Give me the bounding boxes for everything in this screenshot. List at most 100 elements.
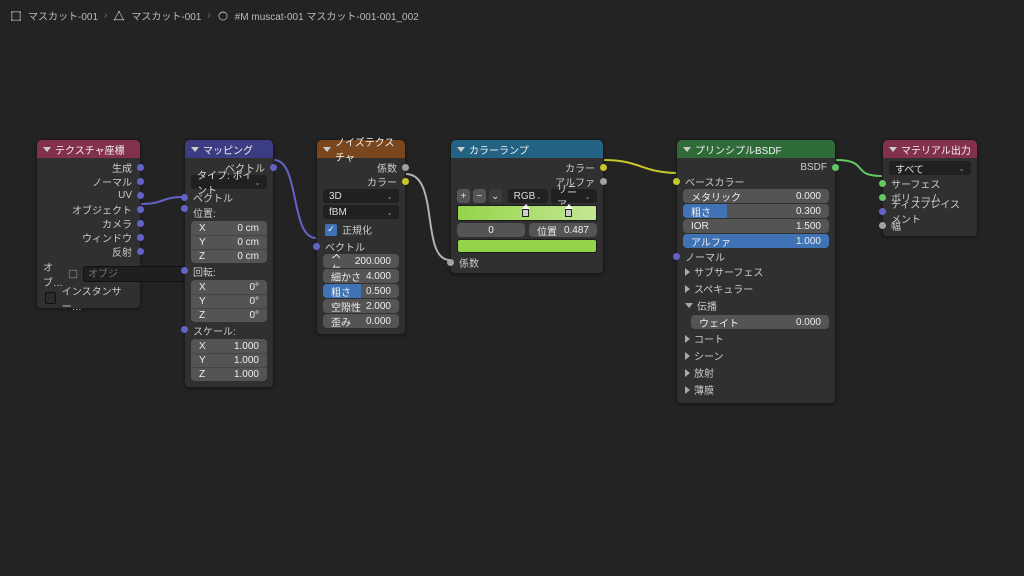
scale-y[interactable]: Y1.000 <box>191 353 267 367</box>
socket-in[interactable] <box>181 194 188 201</box>
panel-thinfilm[interactable]: 薄膜 <box>677 381 835 401</box>
instancer-checkbox[interactable] <box>45 292 56 304</box>
rotation-x[interactable]: X0° <box>191 280 267 294</box>
socket-out[interactable] <box>137 234 144 241</box>
collapse-icon[interactable] <box>191 147 199 152</box>
color-mode-dropdown[interactable]: RGB⌄ <box>508 189 548 203</box>
scale-x[interactable]: X1.000 <box>191 339 267 353</box>
breadcrumb-item[interactable]: マスカット-001 <box>131 8 201 23</box>
chevron-right-icon <box>685 285 690 293</box>
chevron-down-icon: ⌄ <box>386 208 393 217</box>
socket-in[interactable] <box>673 253 680 260</box>
surface-label: サーフェス <box>891 176 969 191</box>
ramp-menu-button[interactable]: ⌄ <box>489 189 502 203</box>
ramp-stop[interactable] <box>521 204 530 222</box>
scale-label: スケール: <box>193 327 236 338</box>
breadcrumb-item[interactable]: マスカット-001 <box>28 8 98 23</box>
node-texture-coordinate[interactable]: テクスチャ座標 生成 ノーマル UV オブジェクト カメラ ウィンドウ 反射 オ… <box>36 139 141 309</box>
output-socket-label: オブジェクト <box>45 202 132 217</box>
panel-transmission[interactable]: 伝播 <box>677 297 835 314</box>
distortion-slider[interactable]: 歪み0.000 <box>323 314 399 328</box>
socket-in[interactable] <box>181 205 188 212</box>
node-material-output[interactable]: マテリアル出力 すべて⌄ サーフェス ボリューム ディスプレイスメント 幅 <box>882 139 978 237</box>
collapse-icon[interactable] <box>889 147 897 152</box>
stop-position[interactable]: 位置0.487 <box>529 223 597 237</box>
location-x[interactable]: X0 cm <box>191 221 267 235</box>
socket-in[interactable] <box>879 194 886 201</box>
node-noise-texture[interactable]: ノイズテクスチャ 係数 カラー 3D⌄ fBM⌄ ✓ 正規化 ベクトル スケ…2… <box>316 139 406 335</box>
node-title: マッピング <box>203 142 253 157</box>
socket-in[interactable] <box>879 208 886 215</box>
rotation-y[interactable]: Y0° <box>191 294 267 308</box>
target-dropdown[interactable]: すべて⌄ <box>889 161 971 175</box>
socket-in[interactable] <box>879 180 886 187</box>
socket-in[interactable] <box>879 222 886 229</box>
mapping-type-dropdown[interactable]: タイプ: ポイント ⌄ <box>191 175 267 189</box>
noise-type-dropdown[interactable]: fBM⌄ <box>323 205 399 219</box>
panel-coat[interactable]: コート <box>677 330 835 347</box>
detail-slider[interactable]: 細かさ4.000 <box>323 269 399 283</box>
socket-in[interactable] <box>181 267 188 274</box>
socket-out[interactable] <box>137 164 144 171</box>
scale-z[interactable]: Z1.000 <box>191 367 267 381</box>
socket-out[interactable] <box>270 164 277 171</box>
roughness-slider[interactable]: 粗さ0.500 <box>323 284 399 298</box>
collapse-icon[interactable] <box>43 147 51 152</box>
collapse-icon[interactable] <box>323 147 331 152</box>
alpha-slider[interactable]: アルファ1.000 <box>683 234 829 248</box>
socket-in[interactable] <box>447 259 454 266</box>
socket-out[interactable] <box>137 178 144 185</box>
node-title: マテリアル出力 <box>901 142 971 157</box>
breadcrumb-item[interactable]: #M muscat-001 マスカット-001-001_002 <box>235 8 419 23</box>
location-y[interactable]: Y0 cm <box>191 235 267 249</box>
stop-index[interactable]: 0 <box>457 223 525 237</box>
panel-subsurface[interactable]: サブサーフェス <box>677 263 835 280</box>
location-z[interactable]: Z0 cm <box>191 249 267 263</box>
collapse-icon[interactable] <box>683 147 691 152</box>
output-color-label: カラー <box>325 174 397 189</box>
roughness-slider[interactable]: 粗さ0.300 <box>683 204 829 218</box>
socket-out[interactable] <box>600 164 607 171</box>
socket-out[interactable] <box>402 164 409 171</box>
add-stop-button[interactable]: + <box>457 189 470 203</box>
interp-dropdown[interactable]: リニア⌄ <box>551 189 597 203</box>
rotation-z[interactable]: Z0° <box>191 308 267 322</box>
panel-sheen[interactable]: シーン <box>677 347 835 364</box>
normalize-checkbox[interactable]: ✓ <box>325 224 337 236</box>
output-socket-label: 反射 <box>45 244 132 259</box>
transmission-weight-slider[interactable]: ウェイト0.000 <box>691 315 829 329</box>
node-title: カラーランプ <box>469 142 529 157</box>
node-color-ramp[interactable]: カラーランプ カラー アルファ + − ⌄ RGB⌄ リニア⌄ 0 位置0.48… <box>450 139 604 274</box>
breadcrumb[interactable]: マスカット-001 › マスカット-001 › #M muscat-001 マス… <box>10 8 419 23</box>
socket-in[interactable] <box>181 326 188 333</box>
socket-out[interactable] <box>832 164 839 171</box>
socket-out[interactable] <box>600 178 607 185</box>
remove-stop-button[interactable]: − <box>473 189 486 203</box>
node-mapping[interactable]: マッピング ベクトル タイプ: ポイント ⌄ ベクトル 位置: X0 cm Y0… <box>184 139 274 388</box>
panel-specular[interactable]: スペキュラー <box>677 280 835 297</box>
mesh-icon <box>10 10 22 22</box>
metallic-slider[interactable]: メタリック0.000 <box>683 189 829 203</box>
socket-out[interactable] <box>137 248 144 255</box>
socket-out[interactable] <box>137 220 144 227</box>
socket-out[interactable] <box>137 206 144 213</box>
chevron-down-icon <box>685 303 693 308</box>
output-socket-label: カメラ <box>45 216 132 231</box>
socket-out[interactable] <box>402 178 409 185</box>
panel-emission[interactable]: 放射 <box>677 364 835 381</box>
ior-slider[interactable]: IOR1.500 <box>683 219 829 233</box>
scale-slider[interactable]: スケ…200.000 <box>323 254 399 268</box>
socket-in[interactable] <box>673 178 680 185</box>
socket-in[interactable] <box>313 243 320 250</box>
color-ramp-gradient[interactable] <box>457 205 597 221</box>
lacunarity-slider[interactable]: 空隙性2.000 <box>323 299 399 313</box>
stop-color-swatch[interactable] <box>457 239 597 253</box>
socket-out[interactable] <box>137 192 144 199</box>
mesh-icon <box>67 268 79 280</box>
ramp-stop[interactable] <box>564 204 573 222</box>
collapse-icon[interactable] <box>457 147 465 152</box>
dimensions-dropdown[interactable]: 3D⌄ <box>323 189 399 203</box>
chevron-right-icon <box>685 335 690 343</box>
chevron-down-icon: ⌄ <box>584 192 591 201</box>
node-principled-bsdf[interactable]: プリンシプルBSDF BSDF ベースカラー メタリック0.000 粗さ0.30… <box>676 139 836 404</box>
